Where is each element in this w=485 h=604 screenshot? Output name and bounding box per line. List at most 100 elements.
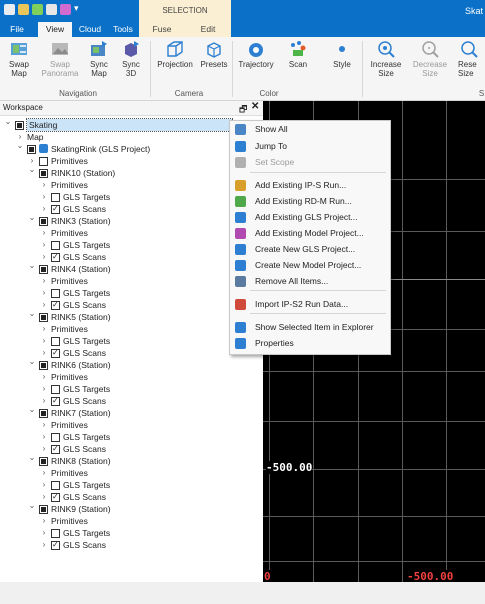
tree-checkbox[interactable] [51, 481, 60, 490]
context-menu-item[interactable]: Remove All Items... [230, 274, 388, 289]
chevron-down-icon[interactable]: ⌄ [28, 404, 36, 416]
tree-checkbox[interactable] [51, 299, 60, 311]
chevron-right-icon[interactable]: › [40, 467, 48, 479]
tab-view[interactable]: View [38, 22, 72, 37]
add-run-icon[interactable] [32, 4, 43, 15]
window-icon[interactable] [46, 4, 57, 15]
tree-item[interactable]: ⌄ SkatingRink (GLS Project) [0, 140, 262, 155]
tree-checkbox[interactable] [27, 145, 36, 154]
tree-checkbox[interactable] [51, 433, 60, 442]
context-menu-item[interactable]: Create New GLS Project... [230, 242, 388, 257]
tree-item[interactable]: › Map [0, 131, 262, 143]
tree-item[interactable]: › Primitives [0, 419, 262, 431]
chevron-right-icon[interactable]: › [40, 431, 48, 443]
chevron-down-icon[interactable]: ⌄ [28, 164, 36, 176]
tree-item[interactable]: ⌄ RINK7 (Station) [0, 404, 262, 419]
chevron-right-icon[interactable]: › [40, 335, 48, 347]
tree-item[interactable]: › GLS Scans [0, 539, 262, 551]
tab-file[interactable]: File [0, 22, 34, 37]
tree-item[interactable]: › GLS Scans [0, 299, 262, 311]
chevron-right-icon[interactable]: › [40, 179, 48, 191]
tree-checkbox[interactable] [51, 251, 60, 263]
chevron-right-icon[interactable]: › [40, 479, 48, 491]
tree-checkbox[interactable] [51, 395, 60, 407]
tree-checkbox[interactable] [51, 347, 60, 359]
tree-item[interactable]: › Primitives [0, 467, 262, 479]
tree-checkbox[interactable] [51, 443, 60, 455]
tree-item[interactable]: › Primitives [0, 371, 262, 383]
chevron-down-icon[interactable]: ⌄ [4, 116, 12, 128]
tree-checkbox[interactable] [51, 193, 60, 202]
projection-button[interactable]: Projection [154, 40, 196, 88]
context-menu-item[interactable]: Add Existing RD-M Run... [230, 194, 388, 209]
tab-cloud[interactable]: Cloud [74, 22, 106, 37]
chevron-right-icon[interactable]: › [40, 395, 48, 407]
tree-item[interactable]: › Primitives [0, 275, 262, 287]
context-menu-item[interactable]: Show Selected Item in Explorer [230, 320, 388, 335]
tree-item[interactable]: › GLS Targets [0, 239, 262, 251]
tree-item[interactable]: › GLS Targets [0, 191, 262, 203]
chevron-right-icon[interactable]: › [40, 371, 48, 383]
tree-checkbox[interactable] [15, 121, 24, 130]
tree-item[interactable]: › GLS Scans [0, 251, 262, 263]
chevron-down-icon[interactable]: ⌄ [28, 356, 36, 368]
tree-item[interactable]: ⌄ RINK5 (Station) [0, 308, 262, 323]
sync-3d-button[interactable]: Sync 3D [116, 40, 146, 88]
tree-item[interactable]: › GLS Scans [0, 443, 262, 455]
tree-checkbox[interactable] [39, 409, 48, 418]
tree-item[interactable]: › GLS Targets [0, 479, 262, 491]
tree-item[interactable]: › GLS Targets [0, 431, 262, 443]
chevron-right-icon[interactable]: › [40, 383, 48, 395]
chevron-down-icon[interactable]: ⌄ [28, 452, 36, 464]
save-icon[interactable] [4, 4, 15, 15]
tree-item[interactable]: ⌄ RINK9 (Station) [0, 500, 262, 515]
chevron-right-icon[interactable]: › [40, 239, 48, 251]
model-icon[interactable] [60, 4, 71, 15]
context-menu-item[interactable]: Add Existing IP-S Run... [230, 178, 388, 193]
chevron-right-icon[interactable]: › [40, 539, 48, 551]
tree-checkbox[interactable] [51, 529, 60, 538]
tree-checkbox[interactable] [51, 337, 60, 346]
context-menu-item[interactable]: Add Existing Model Project... [230, 226, 388, 241]
chevron-down-icon[interactable]: ⌄ [28, 308, 36, 320]
tree-checkbox[interactable] [39, 505, 48, 514]
swap-map-button[interactable]: Swap Map [2, 40, 36, 88]
decrease-size-button[interactable]: Decrease Size [410, 40, 450, 88]
trajectory-button[interactable]: Trajectory [236, 40, 276, 88]
tab-fuse[interactable]: Fuse [139, 22, 185, 37]
tree-item[interactable]: ⌄ RINK10 (Station) [0, 164, 262, 179]
chevron-down-icon[interactable]: ⌄ [28, 500, 36, 512]
tree-checkbox[interactable] [39, 457, 48, 466]
context-menu-item[interactable]: Add Existing GLS Project... [230, 210, 388, 225]
tree-item[interactable]: › GLS Targets [0, 287, 262, 299]
open-folder-icon[interactable] [18, 4, 29, 15]
tree-item[interactable]: › Primitives [0, 179, 262, 191]
chevron-right-icon[interactable]: › [40, 251, 48, 263]
tree-item[interactable]: ⌄ RINK8 (Station) [0, 452, 262, 467]
tree-item[interactable]: › GLS Scans [0, 203, 262, 215]
tree-checkbox[interactable] [51, 241, 60, 250]
tree-item[interactable]: › GLS Targets [0, 383, 262, 395]
tree-checkbox[interactable] [51, 203, 60, 215]
chevron-right-icon[interactable]: › [40, 287, 48, 299]
sync-map-button[interactable]: Sync Map [84, 40, 114, 88]
tree-item[interactable]: › GLS Scans [0, 395, 262, 407]
tab-tools[interactable]: Tools [108, 22, 138, 37]
context-menu-item[interactable]: Import IP-S2 Run Data... [230, 297, 388, 312]
tree-item[interactable]: › Primitives [0, 515, 262, 527]
tree-item[interactable]: › GLS Targets [0, 527, 262, 539]
style-button[interactable]: Style [326, 40, 358, 88]
tree-checkbox[interactable] [39, 313, 48, 322]
tree-checkbox[interactable] [39, 217, 48, 226]
chevron-right-icon[interactable]: › [40, 347, 48, 359]
chevron-right-icon[interactable]: › [40, 515, 48, 527]
context-menu-item[interactable]: Jump To [230, 139, 388, 154]
chevron-right-icon[interactable]: › [40, 443, 48, 455]
tab-edit[interactable]: Edit [185, 22, 231, 37]
tree-checkbox[interactable] [51, 539, 60, 551]
qat-dropdown-icon[interactable]: ▾ [74, 3, 79, 14]
tree-item[interactable]: ⌄ RINK3 (Station) [0, 213, 262, 227]
tree-checkbox[interactable] [39, 169, 48, 178]
chevron-down-icon[interactable]: ⌄ [16, 140, 24, 152]
chevron-down-icon[interactable]: ⌄ [28, 260, 36, 272]
